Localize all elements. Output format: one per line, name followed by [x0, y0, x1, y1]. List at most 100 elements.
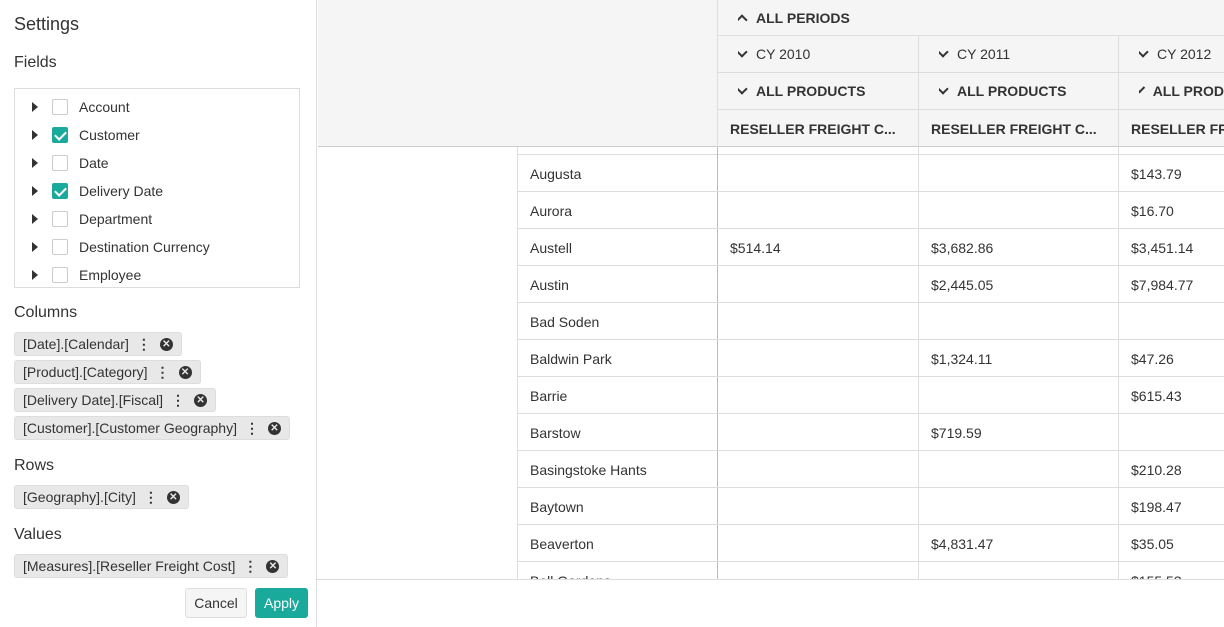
value-cell[interactable]: $4,831.47	[931, 525, 993, 562]
measure-header[interactable]: RESELLER FR	[1131, 110, 1224, 147]
header-label: CY 2010	[756, 46, 811, 62]
field-tree-item[interactable]: Department	[15, 205, 299, 233]
more-options-icon[interactable]: ⋮	[245, 421, 259, 435]
value-cell[interactable]: $3,451.14	[1131, 229, 1193, 266]
header-label: ALL PRODUCTS	[957, 83, 1067, 99]
products-header[interactable]: ALL PROD	[1139, 73, 1224, 109]
row-chip[interactable]: [Geography].[City] ⋮ ✕	[14, 485, 189, 509]
more-options-icon[interactable]: ⋮	[144, 490, 158, 504]
field-label: Department	[79, 211, 153, 227]
row-header-city[interactable]: Barstow	[530, 414, 581, 451]
more-options-icon[interactable]: ⋮	[243, 559, 257, 573]
expand-arrow-icon[interactable]	[32, 102, 38, 112]
settings-panel: Settings Fields Account Customer Date Deliv…	[0, 0, 317, 627]
value-cell[interactable]: $7,984.77	[1131, 266, 1193, 303]
header-label: ALL PROD	[1152, 83, 1224, 99]
value-cell[interactable]: $210.28	[1131, 451, 1182, 488]
fields-tree: Account Customer Date Delivery Date Departme…	[14, 88, 300, 288]
chevron-down-icon	[939, 46, 949, 58]
remove-icon[interactable]: ✕	[166, 490, 180, 504]
remove-icon[interactable]: ✕	[159, 337, 173, 351]
field-tree-item[interactable]: Account	[15, 93, 299, 121]
value-cell[interactable]: $615.43	[1131, 377, 1182, 414]
column-chip[interactable]: [Product].[Category] ⋮ ✕	[14, 360, 201, 384]
header-label: ALL PERIODS	[756, 9, 850, 26]
expand-arrow-icon[interactable]	[32, 214, 38, 224]
row-header-city[interactable]: Basingstoke Hants	[530, 451, 647, 488]
row-header-city[interactable]: Aurora	[530, 192, 572, 229]
column-chip[interactable]: [Delivery Date].[Fiscal] ⋮ ✕	[14, 388, 217, 412]
products-header[interactable]: ALL PRODUCTS	[939, 73, 1066, 109]
measure-header[interactable]: RESELLER FREIGHT C...	[931, 110, 1116, 147]
remove-icon[interactable]: ✕	[266, 559, 280, 573]
chevron-up-icon	[738, 13, 748, 26]
cancel-button[interactable]: Cancel	[185, 588, 247, 618]
field-label: Account	[79, 99, 130, 115]
value-cell[interactable]: $719.59	[931, 414, 982, 451]
value-cell[interactable]: $35.05	[1131, 525, 1174, 562]
value-cell[interactable]: $155.53	[1131, 562, 1182, 581]
field-checkbox[interactable]	[52, 127, 68, 143]
value-cell[interactable]: $3,682.86	[931, 229, 993, 266]
all-periods-header[interactable]: ALL PERIODS	[738, 0, 850, 35]
chip-label: [Geography].[City]	[23, 489, 136, 505]
expand-arrow-icon[interactable]	[32, 158, 38, 168]
row-header-city[interactable]: Beaverton	[530, 525, 594, 562]
column-chip[interactable]: [Customer].[Customer Geography] ⋮ ✕	[14, 416, 290, 440]
field-tree-item[interactable]: Employee	[15, 261, 299, 289]
row-header-city[interactable]: Austin	[530, 266, 569, 303]
field-tree-item[interactable]: Destination Currency	[15, 233, 299, 261]
chevron-down-icon	[738, 83, 748, 95]
more-options-icon[interactable]: ⋮	[156, 365, 170, 379]
measure-header[interactable]: RESELLER FREIGHT C...	[730, 110, 915, 147]
field-checkbox[interactable]	[52, 211, 68, 227]
field-tree-item[interactable]: Date	[15, 149, 299, 177]
chip-label: [Delivery Date].[Fiscal]	[23, 392, 164, 408]
value-cell[interactable]: $47.26	[1131, 340, 1174, 377]
field-tree-item[interactable]: Delivery Date	[15, 177, 299, 205]
remove-icon[interactable]: ✕	[267, 421, 281, 435]
expand-arrow-icon[interactable]	[32, 270, 38, 280]
value-cell[interactable]: $143.79	[1131, 155, 1182, 192]
expand-arrow-icon[interactable]	[32, 242, 38, 252]
expand-arrow-icon[interactable]	[32, 130, 38, 140]
row-header-city[interactable]: Augusta	[530, 155, 581, 192]
row-header-city[interactable]: Baldwin Park	[530, 340, 612, 377]
chevron-down-icon	[1139, 46, 1149, 58]
value-cell[interactable]: $1,324.11	[931, 340, 992, 377]
header-label: CY 2011	[957, 46, 1011, 62]
row-header-city[interactable]: Bell Gardens	[530, 562, 611, 581]
grid-footer-divider	[317, 579, 1224, 580]
field-checkbox[interactable]	[52, 267, 68, 283]
row-header-city[interactable]: Bad Soden	[530, 303, 599, 340]
row-header-city[interactable]: Baytown	[530, 488, 584, 525]
apply-button[interactable]: Apply	[255, 588, 308, 618]
products-header[interactable]: ALL PRODUCTS	[738, 73, 865, 109]
field-checkbox[interactable]	[52, 183, 68, 199]
field-checkbox[interactable]	[52, 99, 68, 115]
column-chip[interactable]: [Date].[Calendar] ⋮ ✕	[14, 332, 182, 356]
more-options-icon[interactable]: ⋮	[137, 337, 151, 351]
field-checkbox[interactable]	[52, 239, 68, 255]
chevron-down-icon	[1139, 84, 1145, 94]
field-tree-item[interactable]: Customer	[15, 121, 299, 149]
value-chip[interactable]: [Measures].[Reseller Freight Cost] ⋮ ✕	[14, 554, 289, 578]
value-cell[interactable]: $16.70	[1131, 192, 1174, 229]
value-cell[interactable]: $198.47	[1131, 488, 1182, 525]
row-header-city[interactable]: Austell	[530, 229, 572, 266]
row-header-city[interactable]: Barrie	[530, 377, 567, 414]
year-header[interactable]: CY 2010	[738, 36, 810, 72]
more-options-icon[interactable]: ⋮	[171, 393, 185, 407]
value-cell[interactable]: $514.14	[730, 229, 781, 266]
field-checkbox[interactable]	[52, 155, 68, 171]
year-header[interactable]: CY 2012	[1139, 36, 1211, 72]
fields-heading: Fields	[14, 54, 57, 71]
year-header[interactable]: CY 2011	[939, 36, 1010, 72]
remove-icon[interactable]: ✕	[178, 365, 192, 379]
field-label: Destination Currency	[79, 239, 210, 255]
remove-icon[interactable]: ✕	[194, 393, 208, 407]
chip-label: [Date].[Calendar]	[23, 336, 129, 352]
pivot-grid: ALL PERIODS CY 2010 CY 2011 CY 2012 ALL …	[318, 0, 1224, 580]
expand-arrow-icon[interactable]	[32, 186, 38, 196]
value-cell[interactable]: $2,445.05	[931, 266, 993, 303]
